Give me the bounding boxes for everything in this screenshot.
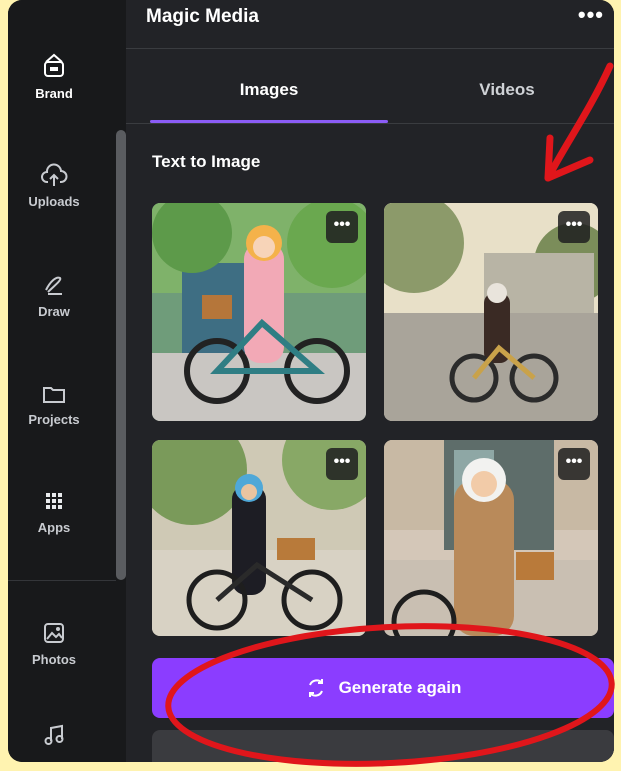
brand-icon	[44, 53, 64, 77]
sidebar-divider	[8, 580, 116, 581]
photos-icon	[44, 623, 64, 643]
image-more-button[interactable]: •••	[326, 448, 358, 480]
generated-image-1[interactable]: •••	[152, 203, 366, 421]
sidebar-label: Brand	[35, 86, 73, 101]
left-sidebar: Brand Uploads Draw Projects Apps Photos	[8, 0, 116, 762]
image-more-button[interactable]: •••	[558, 448, 590, 480]
generated-image-2[interactable]: •••	[384, 203, 598, 421]
generated-image-3[interactable]: •••	[152, 440, 366, 636]
image-more-button[interactable]: •••	[326, 211, 358, 243]
sidebar-item-audio[interactable]	[8, 722, 100, 754]
sidebar-label: Photos	[31, 652, 77, 667]
sidebar-item-uploads[interactable]: Uploads	[8, 162, 100, 209]
cloud-upload-icon	[41, 163, 68, 186]
apps-grid-icon	[46, 493, 62, 509]
sidebar-label: Apps	[37, 520, 71, 535]
annotation-arrow	[544, 62, 614, 182]
sidebar-label: Uploads	[28, 194, 80, 209]
sidebar-item-photos[interactable]: Photos	[8, 620, 100, 667]
image-more-button[interactable]: •••	[558, 211, 590, 243]
sidebar-label: Projects	[28, 412, 80, 427]
sidebar-item-brand[interactable]: Brand	[8, 52, 100, 101]
draw-icon	[45, 276, 62, 295]
section-title: Text to Image	[152, 152, 261, 171]
panel-title: Magic Media	[146, 6, 259, 27]
more-options-button[interactable]: •••	[578, 2, 604, 28]
tab-images[interactable]: Images	[150, 80, 388, 100]
sidebar-item-draw[interactable]: Draw	[8, 272, 100, 319]
sidebar-scrollbar[interactable]	[116, 130, 126, 580]
music-note-icon	[44, 724, 64, 745]
header-divider	[126, 48, 614, 49]
sidebar-label: Draw	[38, 304, 70, 319]
folder-icon	[43, 387, 65, 403]
sidebar-item-projects[interactable]: Projects	[8, 382, 100, 427]
generated-image-4[interactable]: •••	[384, 440, 598, 636]
sidebar-item-apps[interactable]: Apps	[8, 488, 100, 535]
annotation-ellipse	[165, 623, 615, 767]
